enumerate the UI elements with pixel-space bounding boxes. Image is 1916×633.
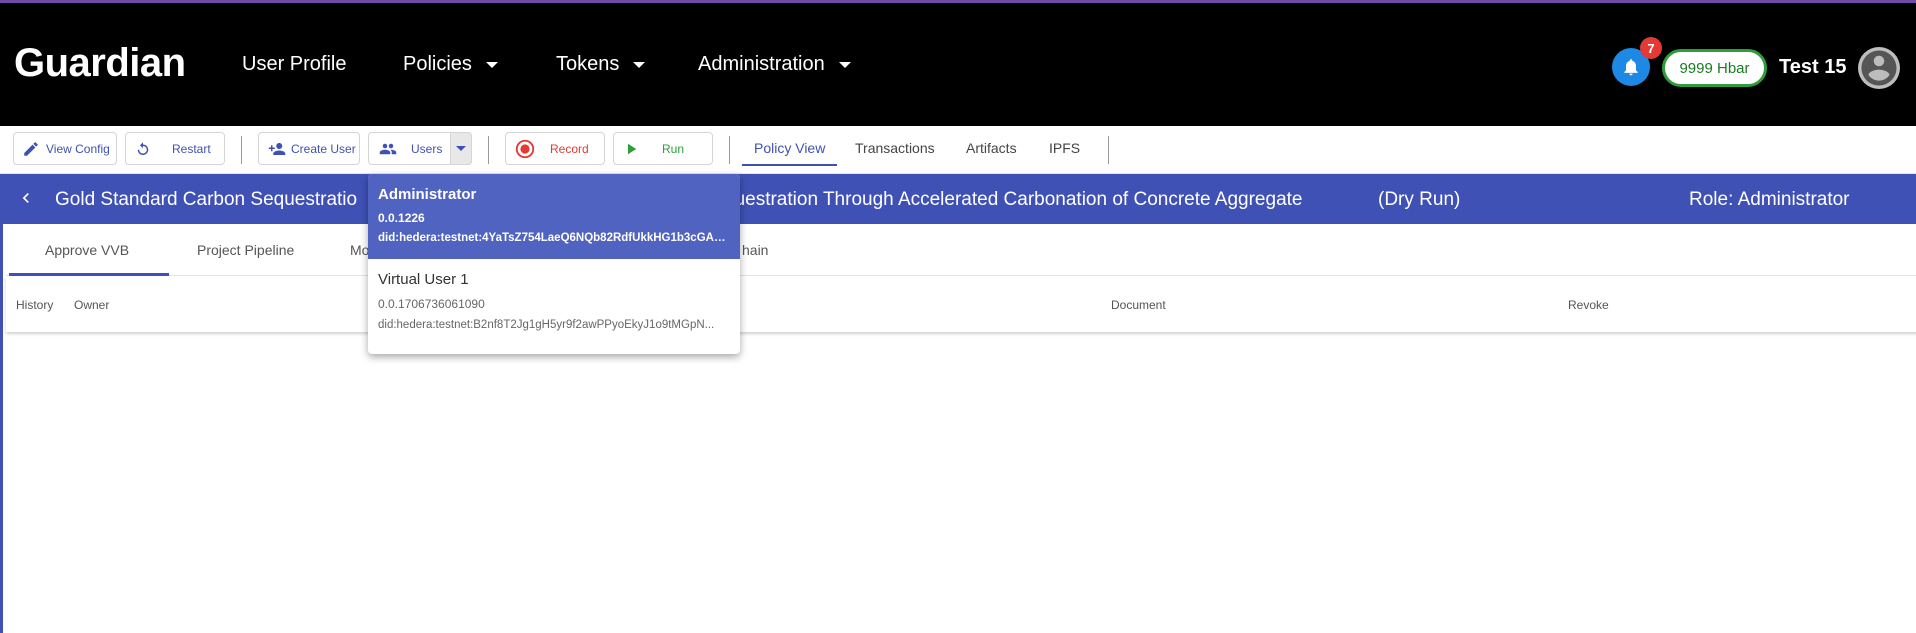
user-did: did:hedera:testnet:4YaTsZ754LaeQ6NQb82Rd… [378,232,730,244]
chevron-down-icon [838,61,851,68]
nav-administration[interactable]: Administration [698,53,851,76]
column-history: History [16,298,54,312]
tab-chain[interactable]: hain [742,242,768,258]
tab-mo[interactable]: Mo [350,242,369,258]
nav-label: Policies [403,53,472,75]
policy-title-bar: Gold Standard Carbon Sequestratio questr… [0,174,1916,224]
tab-transactions[interactable]: Transactions [855,140,935,156]
back-button[interactable] [16,188,36,213]
policy-title-continued: questration Through Accelerated Carbonat… [724,189,1303,210]
user-name: Administrator [378,186,477,203]
nav-label: Administration [698,53,825,75]
pencil-icon [24,141,38,156]
chevron-left-icon [22,193,29,203]
record-label: Record [550,141,589,156]
user-option-administrator[interactable]: Administrator 0.0.1226 did:hedera:testne… [368,174,740,259]
user-option-virtual-user-1[interactable]: Virtual User 1 0.0.1706736061090 did:hed… [368,259,740,354]
restart-icon [137,141,149,155]
chevron-down-icon [456,146,466,151]
user-did: did:hedera:testnet:B2nf8T2Jg1gH5yr9f2awP… [378,319,715,331]
user-account-id: 0.0.1706736061090 [378,297,485,311]
nav-label: User Profile [242,53,347,75]
nav-label: Tokens [556,53,620,75]
table-header: History Owner Document Revoke [6,276,1916,332]
username: Test 15 [1779,56,1847,78]
policy-toolbar: View Config Restart Create User Users Re… [0,126,1916,174]
users-select[interactable]: Users [368,132,472,165]
run-button[interactable]: Run [613,132,713,165]
record-icon [515,139,535,158]
active-tab-indicator [742,164,837,166]
record-button[interactable]: Record [505,132,605,165]
toolbar-divider [488,136,489,164]
restart-label: Restart [172,141,211,156]
people-icon [379,143,397,154]
users-dropdown-menu: Administrator 0.0.1226 did:hedera:testne… [368,174,740,354]
column-document: Document [1111,298,1166,312]
create-user-label: Create User [291,141,356,156]
person-add-icon [268,142,286,155]
create-user-button[interactable]: Create User [258,132,360,165]
toolbar-divider [1108,136,1109,164]
step-tabs: Approve VVB Project Pipeline Mo hain [6,224,1916,276]
restart-button[interactable]: Restart [125,132,225,165]
user-name: Virtual User 1 [378,271,469,288]
nav-policies[interactable]: Policies [403,53,498,76]
tab-artifacts[interactable]: Artifacts [966,140,1017,156]
play-icon [628,143,637,154]
brand-logo[interactable]: Guardian [14,41,186,86]
nav-tokens[interactable]: Tokens [556,53,646,76]
dry-run-label: (Dry Run) [1378,189,1461,210]
tab-approve-vvb[interactable]: Approve VVB [45,242,129,258]
policy-content: Approve VVB Project Pipeline Mo hain His… [0,224,1916,633]
tab-ipfs[interactable]: IPFS [1049,140,1080,156]
account-circle-icon [1861,50,1897,86]
tab-policy-view[interactable]: Policy View [754,140,825,156]
chevron-down-icon [485,61,498,68]
chevron-down-icon [633,61,646,68]
users-label: Users [411,141,443,156]
user-account-id: 0.0.1226 [378,211,425,225]
view-config-button[interactable]: View Config [13,132,117,165]
column-revoke: Revoke [1568,298,1609,312]
view-config-label: View Config [46,141,110,156]
bell-icon [1624,59,1638,76]
policy-title: Gold Standard Carbon Sequestratio [55,189,358,210]
column-owner: Owner [74,298,110,312]
toolbar-divider [729,136,730,164]
role-label: Role: Administrator [1689,189,1850,210]
nav-user-profile[interactable]: User Profile [242,53,346,76]
hbar-balance: 9999 Hbar [1662,49,1767,87]
top-header: Guardian User Profile Policies Tokens Ad… [0,0,1916,126]
toolbar-divider [241,136,242,164]
tab-project-pipeline[interactable]: Project Pipeline [197,242,294,258]
notification-count-badge: 7 [1640,37,1662,59]
avatar[interactable] [1858,47,1900,89]
run-label: Run [662,141,685,156]
users-dropdown-toggle[interactable] [450,132,472,165]
